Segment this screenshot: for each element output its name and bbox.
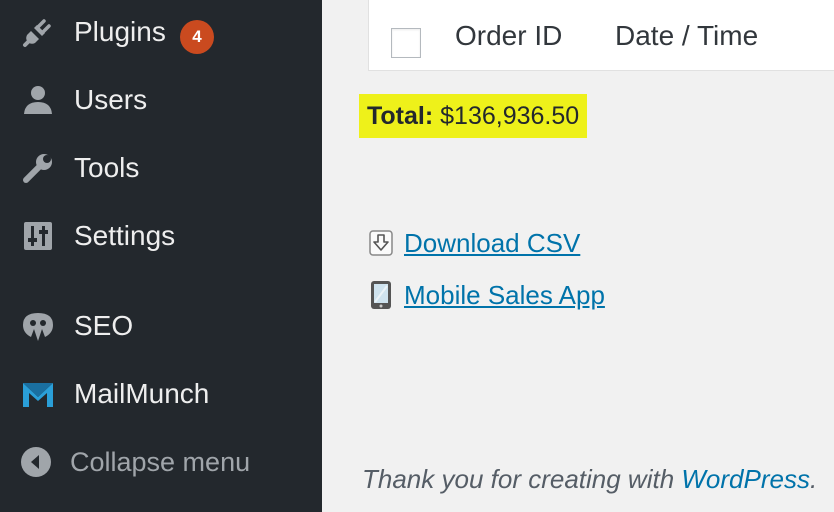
update-count-badge: 4: [180, 20, 214, 54]
download-icon: [368, 228, 394, 258]
wordpress-link[interactable]: WordPress: [681, 464, 810, 494]
admin-footer: Thank you for creating with WordPress.: [362, 464, 817, 495]
mobile-sales-app-link[interactable]: Mobile Sales App: [404, 280, 605, 311]
sidebar-item-label: Tools: [74, 152, 140, 183]
orders-table-header: Order ID Date / Time: [368, 0, 834, 71]
footer-text: Thank you for creating with: [362, 464, 682, 494]
sidebar-item-settings[interactable]: Settings: [0, 208, 322, 264]
total-value: $136,936.50: [440, 102, 580, 130]
select-all-checkbox[interactable]: [391, 28, 421, 58]
seo-icon: [20, 308, 56, 344]
column-header-order-id[interactable]: Order ID: [455, 20, 562, 52]
wrench-icon: [20, 150, 56, 186]
settings-sliders-icon: [20, 218, 56, 254]
collapse-menu-label: Collapse menu: [70, 446, 251, 477]
mobile-phone-icon: [368, 280, 394, 310]
sidebar-item-label: MailMunch: [74, 378, 210, 409]
download-csv-link[interactable]: Download CSV: [404, 228, 580, 259]
sidebar-item-seo[interactable]: SEO: [0, 298, 322, 354]
plugin-icon: [20, 14, 56, 50]
collapse-arrow-icon: [18, 444, 54, 480]
sidebar-item-label: Plugins: [74, 16, 166, 47]
footer-suffix: .: [809, 464, 818, 494]
sidebar-item-label: SEO: [74, 310, 134, 341]
total-summary: Total: $136,936.50: [359, 94, 588, 138]
mobile-app-row: Mobile Sales App: [368, 278, 605, 312]
admin-sidebar: Plugins 4 Users Tools Settings SEO MailM…: [0, 0, 322, 512]
sidebar-item-mailmunch[interactable]: MailMunch: [0, 366, 322, 422]
main-content: Order ID Date / Time Total: $136,936.50 …: [322, 0, 834, 512]
sidebar-item-plugins[interactable]: Plugins 4: [0, 4, 322, 60]
sidebar-item-tools[interactable]: Tools: [0, 140, 322, 196]
users-icon: [20, 82, 56, 118]
sidebar-item-users[interactable]: Users: [0, 72, 322, 128]
collapse-menu-button[interactable]: Collapse menu: [0, 434, 322, 490]
mailmunch-icon: [20, 376, 56, 412]
download-csv-row: Download CSV: [368, 226, 580, 260]
column-header-date-time[interactable]: Date / Time: [615, 20, 758, 52]
sidebar-item-label: Users: [74, 84, 148, 115]
total-label: Total:: [367, 102, 434, 130]
sidebar-item-label: Settings: [74, 220, 176, 251]
